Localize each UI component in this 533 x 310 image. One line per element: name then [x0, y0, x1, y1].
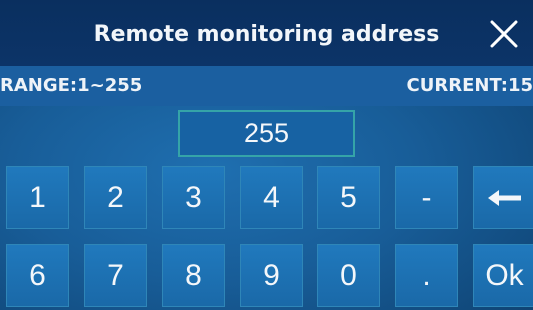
keypad-screen: Remote monitoring address RANGE:1~255 CU…	[0, 0, 533, 310]
key-7[interactable]: 7	[84, 244, 147, 307]
key-1[interactable]: 1	[6, 166, 69, 229]
key-6[interactable]: 6	[6, 244, 69, 307]
close-icon	[490, 20, 518, 48]
key-2[interactable]: 2	[84, 166, 147, 229]
value-input[interactable]: 255	[178, 110, 355, 157]
current-value-label: CURRENT:15	[406, 75, 533, 96]
key-3[interactable]: 3	[162, 166, 225, 229]
key-4[interactable]: 4	[240, 166, 303, 229]
ok-button[interactable]: Ok	[473, 244, 533, 307]
range-label: RANGE:1~255	[0, 75, 143, 96]
title-bar: Remote monitoring address	[0, 0, 533, 67]
close-button[interactable]	[484, 14, 524, 54]
info-bar: RANGE:1~255 CURRENT:15	[0, 66, 533, 106]
dialog-title: Remote monitoring address	[93, 22, 440, 47]
key-5[interactable]: 5	[317, 166, 380, 229]
key-0[interactable]: 0	[317, 244, 380, 307]
key-8[interactable]: 8	[162, 244, 225, 307]
key-minus[interactable]: -	[395, 166, 458, 229]
left-arrow-icon	[488, 190, 521, 206]
key-9[interactable]: 9	[240, 244, 303, 307]
key-decimal[interactable]: .	[395, 244, 458, 307]
backspace-button[interactable]	[473, 166, 533, 229]
